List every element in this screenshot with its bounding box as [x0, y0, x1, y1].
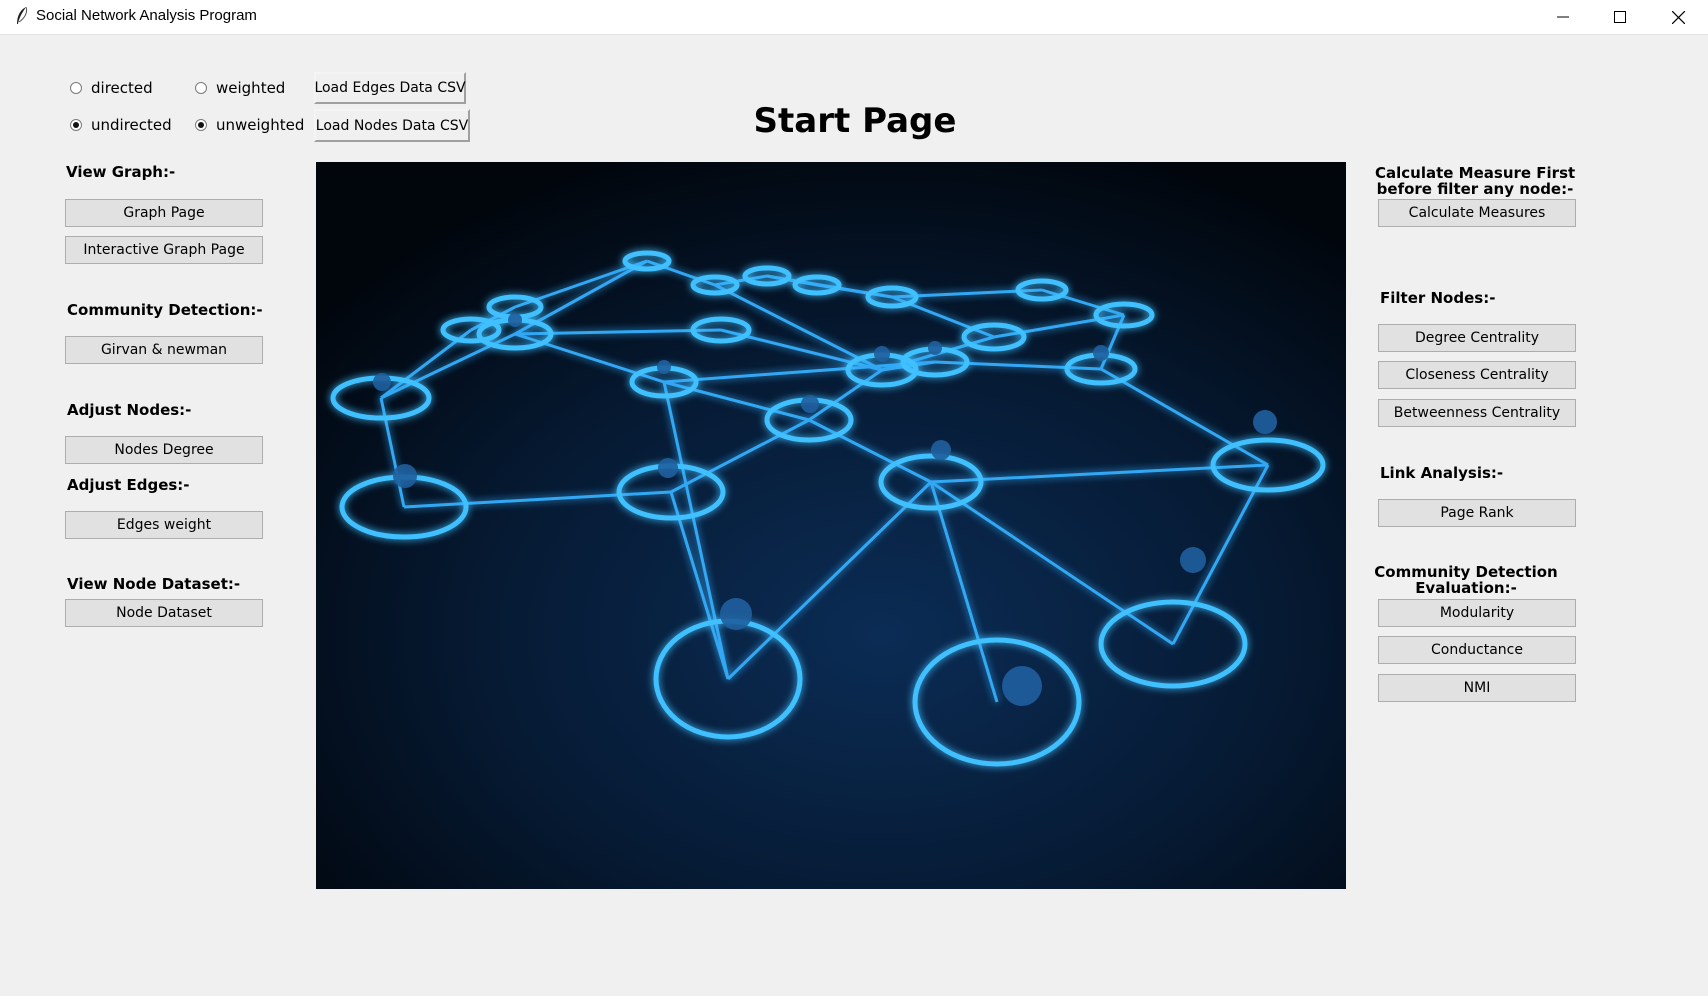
interactive-graph-page-button[interactable]: Interactive Graph Page — [65, 236, 263, 264]
directed-label: directed — [91, 79, 153, 97]
feather-icon — [17, 6, 28, 24]
page-rank-button[interactable]: Page Rank — [1378, 499, 1576, 527]
directed-radio[interactable]: directed — [70, 79, 153, 97]
weighted-label: weighted — [216, 79, 286, 97]
nmi-button[interactable]: NMI — [1378, 674, 1576, 702]
adjust-nodes-heading: Adjust Nodes:- — [67, 401, 192, 419]
main-window: directed undirected weighted unweighted … — [0, 35, 1708, 996]
unweighted-label: unweighted — [216, 116, 305, 134]
minimize-button[interactable] — [1535, 0, 1591, 34]
community-detection-heading: Community Detection:- — [67, 301, 263, 319]
modularity-button[interactable]: Modularity — [1378, 599, 1576, 627]
unweighted-radio[interactable]: unweighted — [195, 116, 304, 134]
degree-centrality-button[interactable]: Degree Centrality — [1378, 324, 1576, 352]
girvan-newman-button[interactable]: Girvan & newman — [65, 336, 263, 364]
link-analysis-heading: Link Analysis:- — [1380, 464, 1504, 482]
betweenness-centrality-button[interactable]: Betweenness Centrality — [1378, 399, 1576, 427]
closeness-centrality-button[interactable]: Closeness Centrality — [1378, 361, 1576, 389]
close-button[interactable] — [1650, 0, 1706, 34]
graph-page-button[interactable]: Graph Page — [65, 199, 263, 227]
minimize-icon — [1557, 16, 1569, 18]
conductance-button[interactable]: Conductance — [1378, 636, 1576, 664]
calculate-measure-heading-line1: Calculate Measure First — [1375, 164, 1576, 182]
directed-radio-circle — [70, 82, 82, 94]
calculate-measures-button[interactable]: Calculate Measures — [1378, 199, 1576, 227]
undirected-radio-circle — [70, 119, 82, 131]
community-evaluation-heading-line2: Evaluation:- — [1415, 579, 1517, 597]
load-nodes-button[interactable]: Load Nodes Data CSV — [314, 109, 470, 142]
close-icon — [1671, 10, 1685, 24]
weighted-radio-circle — [195, 82, 207, 94]
community-evaluation-heading-line1: Community Detection — [1374, 563, 1558, 581]
adjust-edges-heading: Adjust Edges:- — [67, 476, 190, 494]
load-edges-button[interactable]: Load Edges Data CSV — [314, 72, 466, 104]
maximize-icon — [1614, 11, 1626, 23]
calculate-measure-heading: Calculate Measure First before filter an… — [1375, 165, 1575, 197]
title-bar[interactable]: Social Network Analysis Program — [0, 0, 1708, 35]
network-image — [316, 162, 1346, 889]
view-graph-heading: View Graph:- — [66, 163, 176, 181]
view-node-dataset-heading: View Node Dataset:- — [67, 575, 241, 593]
edges-weight-button[interactable]: Edges weight — [65, 511, 263, 539]
maximize-button[interactable] — [1592, 0, 1648, 34]
filter-nodes-heading: Filter Nodes:- — [1380, 289, 1496, 307]
page-title: Start Page — [753, 101, 957, 141]
nodes-degree-button[interactable]: Nodes Degree — [65, 436, 263, 464]
unweighted-radio-circle — [195, 119, 207, 131]
undirected-radio[interactable]: undirected — [70, 116, 172, 134]
window-title: Social Network Analysis Program — [36, 7, 257, 24]
undirected-label: undirected — [91, 116, 172, 134]
community-evaluation-heading: Community Detection Evaluation:- — [1366, 564, 1566, 596]
weighted-radio[interactable]: weighted — [195, 79, 285, 97]
calculate-measure-heading-line2: before filter any node:- — [1376, 180, 1574, 198]
network-illustration — [316, 162, 1346, 889]
node-dataset-button[interactable]: Node Dataset — [65, 599, 263, 627]
